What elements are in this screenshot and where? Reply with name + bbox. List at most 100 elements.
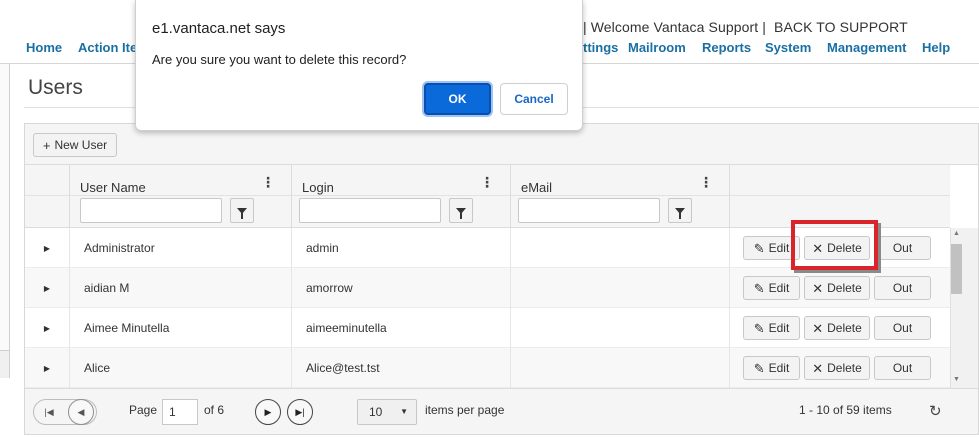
delete-button[interactable]: ✕ Delete [804, 356, 870, 380]
page-title: Users [28, 76, 83, 99]
edit-button[interactable]: ✎ Edit [743, 316, 800, 340]
grid-header: User Name ⋮ Login ⋮ eMail ⋮ [25, 165, 950, 228]
grid-pager: |◀ ◀ Page 1 of 6 ▶ ▶| 10 ▼ items per pag… [25, 388, 978, 434]
scroll-up-icon[interactable]: ▲ [951, 228, 962, 240]
prev-page-icon[interactable]: ◀ [68, 399, 94, 425]
plus-icon: + [42, 137, 51, 153]
new-user-button[interactable]: + New User [33, 133, 117, 157]
page-size-select[interactable]: 10 ▼ [357, 399, 417, 425]
edit-button[interactable]: ✎ Edit [743, 236, 800, 260]
edit-label: Edit [768, 321, 790, 335]
confirm-dialog: e1.vantaca.net says Are you sure you wan… [135, 0, 583, 131]
column-menu-icon[interactable]: ⋮ [699, 174, 713, 191]
out-label: Out [892, 241, 913, 255]
page-count: of 6 [204, 403, 225, 417]
out-button[interactable]: Out [874, 276, 931, 300]
grid-body: ▶ Administrator admin ✎ Edit ✕ Delete Out … [25, 228, 950, 388]
nav-reports[interactable]: Reports [702, 40, 751, 55]
column-actions [729, 165, 950, 228]
delete-label: Delete [827, 361, 862, 375]
back-to-support-link[interactable]: BACK TO SUPPORT [774, 19, 908, 35]
pencil-icon: ✎ [753, 360, 765, 376]
edit-label: Edit [768, 241, 790, 255]
email-filter-button[interactable] [668, 198, 692, 223]
funnel-icon [237, 207, 247, 219]
delete-label: Delete [827, 281, 862, 295]
column-menu-icon[interactable]: ⋮ [480, 174, 494, 191]
delete-label: Delete [827, 321, 862, 335]
cell-login: aimeeminutella [291, 308, 510, 348]
nav-settings[interactable]: ttings [583, 40, 618, 55]
login-filter-button[interactable] [449, 198, 473, 223]
pencil-icon: ✎ [753, 280, 765, 296]
x-icon: ✕ [812, 360, 824, 376]
x-icon: ✕ [812, 280, 824, 296]
caret-right-icon[interactable]: ▶ [25, 228, 69, 268]
out-label: Out [892, 361, 913, 375]
delete-button[interactable]: ✕ Delete [804, 316, 870, 340]
chevron-down-icon: ▼ [400, 407, 408, 416]
refresh-icon[interactable]: ↻ [929, 402, 942, 420]
funnel-icon [456, 207, 466, 219]
pager-summary: 1 - 10 of 59 items [799, 403, 892, 417]
out-label: Out [892, 321, 913, 335]
column-menu-icon[interactable]: ⋮ [261, 174, 275, 191]
nav-action-items[interactable]: Action Ite [78, 40, 137, 55]
cancel-button[interactable]: Cancel [500, 83, 568, 115]
users-grid: + New User User Name ⋮ Login ⋮ eMail ⋮ ▶… [24, 123, 979, 435]
cell-login: amorrow [291, 268, 510, 308]
page-label: Page [129, 403, 158, 417]
table-row: ▶ Aimee Minutella aimeeminutella ✎ Edit ✕… [25, 308, 950, 348]
dialog-message: Are you sure you want to delete this rec… [152, 52, 407, 67]
ok-button[interactable]: OK [424, 83, 491, 115]
last-page-icon[interactable]: ▶| [287, 399, 313, 425]
scrollbar-thumb[interactable] [951, 244, 962, 294]
out-button[interactable]: Out [874, 356, 931, 380]
x-icon: ✕ [812, 240, 824, 256]
column-header-label: User Name [80, 180, 146, 195]
table-row: ▶ aidian M amorrow ✎ Edit ✕ Delete Out [25, 268, 950, 308]
left-sidebar-footer [0, 350, 10, 378]
nav-system[interactable]: System [765, 40, 811, 55]
page-number-input[interactable]: 1 [162, 399, 198, 425]
nav-help[interactable]: Help [922, 40, 950, 55]
next-page-icon[interactable]: ▶ [255, 399, 281, 425]
nav-home[interactable]: Home [26, 40, 62, 55]
cell-user-name: Alice [69, 348, 291, 388]
out-button[interactable]: Out [874, 236, 931, 260]
cell-email [510, 268, 729, 308]
user-name-filter-input[interactable] [80, 198, 222, 223]
cell-email [510, 348, 729, 388]
nav-management[interactable]: Management [827, 40, 906, 55]
items-per-page-label: items per page [425, 403, 505, 417]
welcome-text: | Welcome Vantaca Support | [583, 19, 766, 35]
cell-user-name: Administrator [69, 228, 291, 268]
x-icon: ✕ [812, 320, 824, 336]
caret-right-icon[interactable]: ▶ [25, 348, 69, 388]
email-filter-input[interactable] [518, 198, 660, 223]
cell-user-name: Aimee Minutella [69, 308, 291, 348]
out-button[interactable]: Out [874, 316, 931, 340]
delete-button[interactable]: ✕ Delete [804, 236, 870, 260]
grid-scrollbar[interactable]: ▲ ▼ [950, 228, 978, 388]
edit-button[interactable]: ✎ Edit [743, 356, 800, 380]
nav-mailroom[interactable]: Mailroom [628, 40, 686, 55]
cell-user-name: aidian M [69, 268, 291, 308]
caret-right-icon[interactable]: ▶ [25, 268, 69, 308]
user-name-filter-button[interactable] [230, 198, 254, 223]
login-filter-input[interactable] [299, 198, 441, 223]
scroll-down-icon[interactable]: ▼ [951, 374, 962, 386]
out-label: Out [892, 281, 913, 295]
first-page-icon[interactable]: |◀ [36, 399, 62, 425]
table-row: ▶ Administrator admin ✎ Edit ✕ Delete Out [25, 228, 950, 268]
edit-label: Edit [768, 281, 790, 295]
delete-label: Delete [827, 241, 862, 255]
page-size-value: 10 [369, 405, 383, 419]
cell-login: admin [291, 228, 510, 268]
edit-button[interactable]: ✎ Edit [743, 276, 800, 300]
caret-right-icon[interactable]: ▶ [25, 308, 69, 348]
delete-button[interactable]: ✕ Delete [804, 276, 870, 300]
cell-login: Alice@test.tst [291, 348, 510, 388]
left-sidebar-edge [0, 64, 10, 378]
table-row: ▶ Alice Alice@test.tst ✎ Edit ✕ Delete Out [25, 348, 950, 388]
